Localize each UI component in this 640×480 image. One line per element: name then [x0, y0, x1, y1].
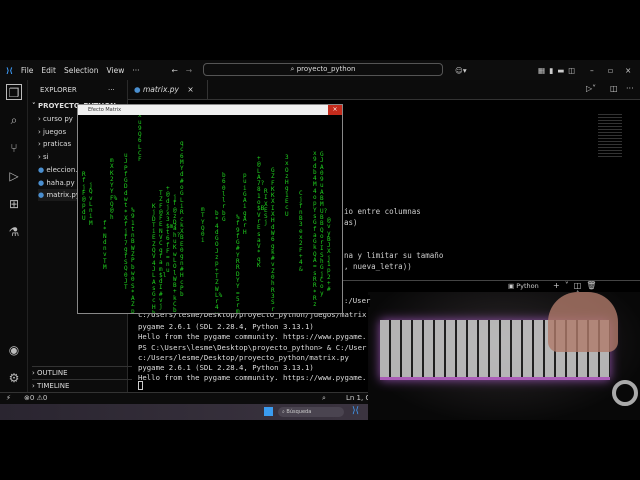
matrix-column: GZFKKXIXHdW6gk#vZ0hR3Sreg9: [271, 167, 275, 313]
run-debug-icon[interactable]: ▷: [6, 168, 22, 184]
matrix-column: %f9fG#YRRDYY=5rmDgLiVR: [236, 214, 240, 313]
python-file-icon: ●: [38, 191, 45, 199]
pygame-window[interactable]: Efecto Matrix × RfjF@pdU jQvLniM f*NdnvTM m…: [77, 104, 343, 314]
maximize-icon[interactable]: ▫: [608, 66, 613, 75]
python-file-icon: ●: [134, 85, 141, 94]
shell-label: Python: [516, 282, 539, 290]
outline-section[interactable]: › OUTLINE: [32, 366, 132, 378]
more-actions-icon[interactable]: ···: [626, 84, 634, 93]
tab-label: matrix.py: [142, 85, 179, 94]
matrix-column: %91tnBWZPbw0S*AZpfG?g9phI4#: [131, 207, 135, 313]
tree-label: juegos: [43, 128, 67, 136]
matrix-column: +@LA7?81o$BVrEsaV*qK: [257, 155, 265, 270]
matrix-column: mTYQ0i: [201, 206, 205, 245]
close-icon[interactable]: ×: [625, 66, 631, 75]
matrix-column: b60llrbG: [222, 172, 226, 224]
terminal-line: Hello from the pygame community. https:/…: [138, 373, 367, 382]
tab-matrix-py[interactable]: ● matrix.py ×: [128, 80, 208, 100]
layout-icons[interactable]: ▦▮▬◫: [538, 66, 579, 75]
back-icon[interactable]: ←: [172, 66, 178, 75]
gear-icon[interactable]: ⚙: [6, 370, 22, 386]
pygame-close-button[interactable]: ×: [328, 105, 342, 115]
matrix-column: uJPfGDdwt*Xfjf7gfSQ0JT: [124, 152, 128, 292]
tab-close-icon[interactable]: ×: [187, 85, 193, 94]
matrix-rain: RfjF@pdU jQvLniM f*NdnvTM mXK2YYF%Q@h uJPfGD…: [78, 115, 342, 313]
menu-more[interactable]: ···: [132, 66, 139, 75]
matrix-column: CjfnB3ex2F+4&: [299, 190, 303, 273]
matrix-column: GJA09uABMU?BBQorIShGjCoy: [320, 151, 328, 297]
testing-icon[interactable]: ⚗: [6, 224, 22, 240]
menu-edit[interactable]: Edit: [41, 66, 56, 75]
timeline-label: TIMELINE: [37, 382, 70, 390]
matrix-column: qc6MYd#oGLiRckXBE0gn#HcPb: [180, 140, 184, 299]
explorer-icon[interactable]: ❐: [6, 84, 22, 100]
matrix-column: puiGAigArH: [243, 172, 247, 236]
hand-image: [548, 292, 618, 352]
minimize-icon[interactable]: –: [590, 66, 594, 75]
watermark-icon: [612, 380, 638, 406]
menu-view[interactable]: View: [107, 66, 125, 75]
error-count: 0: [29, 394, 35, 402]
extensions-icon[interactable]: ⊞: [6, 196, 22, 212]
matrix-column: @vyBJXj1p2+#: [327, 217, 331, 294]
matrix-column: 3xOzHg1EcU: [285, 154, 289, 218]
code-line: io entre columnas: [344, 207, 421, 216]
menu-file[interactable]: File: [21, 66, 34, 75]
forward-icon[interactable]: →: [186, 66, 192, 75]
timeline-section[interactable]: › TIMELINE: [32, 379, 132, 391]
pygame-title: Efecto Matrix: [88, 107, 122, 113]
webcam-overlay: [368, 292, 640, 420]
python-file-icon: ●: [38, 179, 45, 187]
matrix-column: RIXESj: [264, 188, 268, 227]
tree-label: matrix.py: [46, 191, 80, 199]
cursor-position[interactable]: Ln 1, C: [346, 393, 370, 404]
taskbar-search-label: Búsqueda: [286, 409, 312, 415]
search-icon[interactable]: ⌕: [6, 112, 22, 128]
run-icon[interactable]: ▷˅: [586, 84, 596, 93]
matrix-column: yxu9Q6LCF: [138, 115, 142, 164]
status-bar: ⚡ ⊗0 ⚠0 ⌕ Ln 1, C: [0, 392, 370, 404]
tree-label: haha.py: [46, 179, 75, 187]
windows-taskbar: ⌕ Búsqueda ⟩⟨: [0, 404, 368, 420]
matrix-column: RfjF@pdU: [82, 171, 86, 223]
activity-bar: ❐ ⌕ ⑂ ▷ ⊞ ⚗ ◉ ⚙: [0, 80, 28, 392]
matrix-column: f*NdnvTM: [103, 220, 107, 272]
minimap[interactable]: [598, 114, 622, 158]
matrix-column: +@djx3$m?t6fF=nu: [166, 185, 177, 274]
matrix-column: KjDTiEZQV4JLAsGcHhdA1g0X: [152, 203, 156, 313]
problems-indicator[interactable]: ⊗0 ⚠0: [24, 393, 47, 404]
windows-start-icon[interactable]: [264, 407, 273, 416]
source-control-icon[interactable]: ⑂: [6, 140, 22, 156]
remote-icon[interactable]: ⚡: [6, 393, 11, 404]
vscode-logo-icon: ⟩⟨: [6, 65, 13, 75]
zoom-icon[interactable]: ⌕: [322, 393, 326, 404]
tree-label: si: [43, 153, 49, 161]
code-line: as): [344, 218, 358, 227]
copilot-icon[interactable]: ☺▾: [455, 66, 467, 75]
menu-selection[interactable]: Selection: [64, 66, 99, 75]
matrix-column: jf@zDah?uKwLOlWB+kCbNuQ: [173, 194, 181, 313]
taskbar-search[interactable]: ⌕ Búsqueda: [278, 407, 344, 417]
tree-label: praticas: [43, 140, 72, 148]
outline-label: OUTLINE: [37, 369, 68, 377]
matrix-column: b*4dGOJzp+TZWL%r4yTpJy+rXX: [215, 210, 223, 313]
terminal-cursor: [138, 381, 143, 390]
matrix-column: x9db4M4opYsGfaGkQA=sRR*Rz: [313, 150, 317, 309]
terminal-partial: :/User: [344, 295, 371, 307]
vscode-taskbar-icon[interactable]: ⟩⟨: [352, 406, 359, 416]
code-line: , nueva_letra)): [344, 262, 412, 271]
warning-count: 0: [42, 394, 48, 402]
tree-label: curso py: [43, 115, 73, 123]
terminal-shell-tab[interactable]: ▣ Python: [508, 282, 539, 290]
matrix-column: jQvLniM: [89, 182, 93, 227]
matrix-column: mXK2YYF%Q@h: [110, 157, 118, 221]
account-icon[interactable]: ◉: [6, 342, 22, 358]
search-text: proyecto_python: [296, 65, 356, 73]
python-file-icon: ●: [38, 166, 45, 174]
pygame-title-bar[interactable]: Efecto Matrix: [78, 105, 342, 115]
matrix-column: TZF@FENVCqfam$ldI#vj: [159, 190, 167, 311]
code-line: na y limitar su tamaño: [344, 251, 444, 260]
split-editor-icon[interactable]: ◫: [610, 84, 618, 93]
command-search[interactable]: ⌕ proyecto_python: [203, 63, 443, 76]
